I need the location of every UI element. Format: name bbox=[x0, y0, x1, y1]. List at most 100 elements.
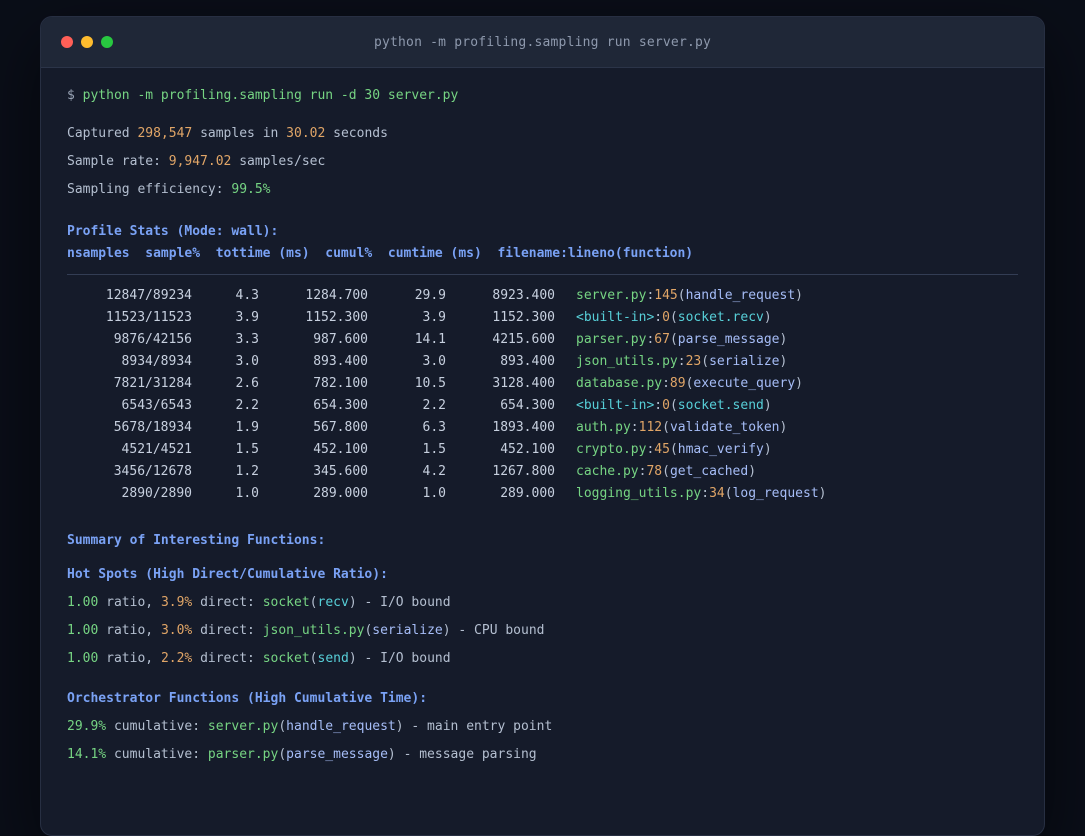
profile-table: 12847/89234 4.3 1284.700 29.9 8923.400 server… bbox=[67, 285, 1018, 505]
table-cell: 12847/89234 bbox=[105, 288, 192, 303]
text-segment: ) bbox=[348, 651, 357, 666]
table-cell: 1.0 bbox=[235, 486, 259, 501]
text-segment: socket bbox=[262, 651, 310, 666]
text-segment: ( bbox=[724, 486, 733, 501]
text-segment: ratio, bbox=[98, 623, 161, 638]
table-cell: 3128.400 bbox=[492, 376, 555, 391]
function-location: database.py:89(execute_query) bbox=[576, 373, 803, 395]
text-segment: cache.py bbox=[576, 464, 639, 479]
text-segment: ( bbox=[309, 595, 318, 610]
text-segment: direct: bbox=[192, 623, 263, 638]
function-location: <built-in>:0(socket.recv) bbox=[576, 307, 772, 329]
table-cell: 2.6 bbox=[235, 376, 259, 391]
text-segment: send bbox=[317, 651, 349, 666]
table-cell: 3.3 bbox=[235, 332, 259, 347]
function-location: json_utils.py:23(serialize) bbox=[576, 351, 787, 373]
text-segment: auth.py bbox=[576, 420, 631, 435]
table-cell: 3456/12678 bbox=[113, 464, 192, 479]
text-segment: : bbox=[677, 354, 686, 369]
summary-line: 14.1% cumulative: parser.py(parse_messag… bbox=[67, 744, 1018, 766]
table-cell: 1.9 bbox=[235, 420, 259, 435]
table-cell: 1.2 bbox=[235, 464, 259, 479]
table-cell: 1152.300 bbox=[305, 310, 368, 325]
text-segment: direct: bbox=[192, 595, 263, 610]
table-cell: 2890/2890 bbox=[121, 486, 192, 501]
profile-table-row: 6543/6543 2.2 654.300 2.2 654.300 <built-in>:… bbox=[67, 395, 1018, 417]
close-button[interactable] bbox=[61, 36, 73, 48]
text-segment: ( bbox=[701, 354, 710, 369]
text-segment: ) bbox=[763, 398, 772, 413]
captured-line: Captured 298,547 samples in 30.02 second… bbox=[67, 123, 1018, 145]
text-segment: ) bbox=[395, 719, 404, 734]
table-cell: 11523/11523 bbox=[105, 310, 192, 325]
text-segment: log_request bbox=[732, 486, 819, 501]
text-segment: samples in bbox=[192, 126, 287, 141]
text-segment: ( bbox=[662, 420, 670, 435]
text-segment: validate_token bbox=[669, 420, 780, 435]
text-segment: seconds bbox=[325, 126, 388, 141]
summary-section: Hot Spots (High Direct/Cumulative Ratio)… bbox=[67, 564, 1018, 670]
text-segment: 23 bbox=[685, 354, 702, 369]
text-segment: - main entry point bbox=[403, 719, 553, 734]
text-segment: 67 bbox=[654, 332, 670, 347]
text-segment: 0 bbox=[662, 398, 670, 413]
text-segment: 3.0% bbox=[160, 623, 193, 638]
minimize-button[interactable] bbox=[81, 36, 93, 48]
function-location: crypto.py:45(hmac_verify) bbox=[576, 439, 772, 461]
section-heading: Hot Spots (High Direct/Cumulative Ratio)… bbox=[67, 567, 388, 582]
text-segment: <built-in> bbox=[576, 310, 655, 325]
text-segment: hmac_verify bbox=[677, 442, 764, 457]
table-cell: 654.300 bbox=[313, 398, 368, 413]
text-segment: parse_message bbox=[286, 747, 388, 762]
table-cell: 8934/8934 bbox=[121, 354, 192, 369]
efficiency-line: Sampling efficiency: 99.5% bbox=[67, 179, 1018, 201]
summary-line: 1.00 ratio, 3.0% direct: json_utils.py(s… bbox=[67, 620, 1018, 642]
window-title: python -m profiling.sampling run server.… bbox=[373, 34, 712, 50]
text-segment: json_utils.py bbox=[262, 623, 365, 638]
table-cell: 5678/18934 bbox=[113, 420, 192, 435]
text-segment: - I/O bound bbox=[356, 651, 451, 666]
profile-table-row: 5678/18934 1.9 567.800 6.3 1893.400 auth.py:1… bbox=[67, 417, 1018, 439]
text-segment: ( bbox=[278, 719, 287, 734]
text-segment: logging_utils.py bbox=[576, 486, 702, 501]
text-segment: Sampling efficiency: bbox=[67, 182, 232, 197]
text-segment: parser.py bbox=[576, 332, 647, 347]
text-segment: 89 bbox=[669, 376, 686, 391]
table-cell: 2.2 bbox=[422, 398, 446, 413]
text-segment: 14.1% bbox=[67, 747, 107, 762]
zoom-button[interactable] bbox=[101, 36, 113, 48]
text-segment: serialize bbox=[372, 623, 443, 638]
text-segment: ratio, bbox=[98, 651, 161, 666]
text-segment: 1.00 bbox=[67, 623, 99, 638]
text-segment: ) bbox=[779, 332, 788, 347]
text-segment: ) bbox=[348, 595, 357, 610]
terminal-window: python -m profiling.sampling run server.… bbox=[40, 16, 1045, 836]
sample-rate-line: Sample rate: 9,947.02 samples/sec bbox=[67, 151, 1018, 173]
text-segment: 0 bbox=[662, 310, 670, 325]
table-cell: 7821/31284 bbox=[113, 376, 192, 391]
text-segment: - CPU bound bbox=[450, 623, 545, 638]
table-cell: 9876/42156 bbox=[113, 332, 192, 347]
text-segment: - I/O bound bbox=[356, 595, 451, 610]
summary-sections: Hot Spots (High Direct/Cumulative Ratio)… bbox=[67, 564, 1018, 766]
text-segment: 78 bbox=[646, 464, 663, 479]
text-segment: database.py bbox=[576, 376, 663, 391]
function-location: cache.py:78(get_cached) bbox=[576, 461, 756, 483]
text-segment: handle_request bbox=[685, 288, 796, 303]
profile-stats-heading: Profile Stats (Mode: wall): bbox=[67, 224, 279, 239]
text-segment: direct: bbox=[192, 651, 263, 666]
text-segment: 45 bbox=[654, 442, 670, 457]
text-segment: <built-in> bbox=[576, 398, 655, 413]
table-divider bbox=[67, 274, 1018, 275]
table-cell: 4.3 bbox=[235, 288, 259, 303]
command-line: $ python -m profiling.sampling run -d 30… bbox=[67, 85, 1018, 107]
profile-table-row: 2890/2890 1.0 289.000 1.0 289.000 logging_uti… bbox=[67, 483, 1018, 505]
text-segment: Sample rate: bbox=[67, 154, 169, 169]
text-segment: 99.5% bbox=[231, 182, 271, 197]
table-cell: 452.100 bbox=[313, 442, 368, 457]
text-segment: ) bbox=[779, 420, 788, 435]
text-segment: json_utils.py bbox=[576, 354, 678, 369]
table-cell: 1152.300 bbox=[492, 310, 555, 325]
profile-table-row: 3456/12678 1.2 345.600 4.2 1267.800 cache.py:… bbox=[67, 461, 1018, 483]
